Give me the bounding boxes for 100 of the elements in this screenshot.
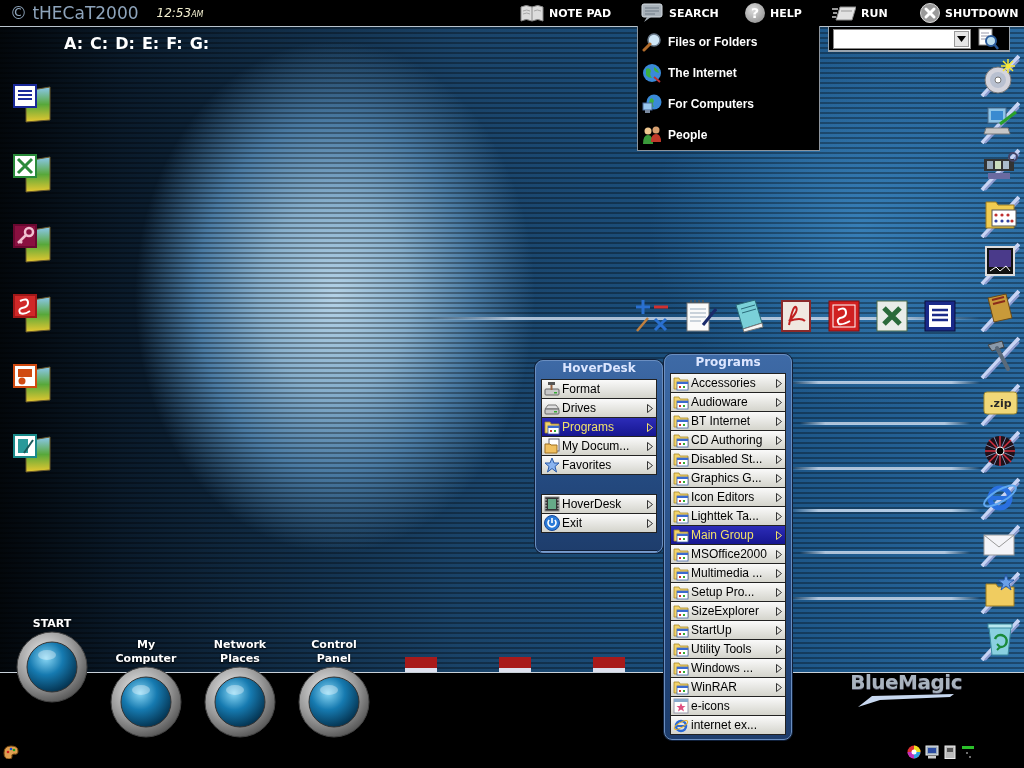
computer-brush-icon[interactable] <box>980 100 1020 144</box>
spreadsheet-icon[interactable] <box>12 153 52 193</box>
my-computer-button[interactable]: My Computer <box>109 638 183 738</box>
hammer-icon[interactable] <box>980 335 1020 379</box>
drive-button[interactable]: E: <box>140 34 161 53</box>
run-button[interactable]: RUN <box>832 3 888 23</box>
drive-button[interactable]: D: <box>114 34 136 53</box>
menu-item[interactable]: Exit <box>542 514 656 533</box>
network-places-button[interactable]: Network Places <box>203 638 277 738</box>
presentation-icon[interactable] <box>12 363 52 403</box>
squiggle-tile-icon[interactable] <box>827 299 861 333</box>
help-button[interactable]: ? HELP <box>745 3 802 23</box>
search-menu-item[interactable]: People <box>638 119 819 150</box>
globe-icon <box>642 62 662 83</box>
menu-title: Programs <box>694 355 762 371</box>
menu-item[interactable]: StartUp <box>671 621 785 640</box>
menu-item[interactable]: internet ex... <box>671 716 785 735</box>
computer-icon[interactable] <box>925 745 939 759</box>
menu-item[interactable]: SizeExplorer <box>671 602 785 621</box>
search-button[interactable]: SEARCH <box>640 3 719 23</box>
card-icon <box>832 3 856 23</box>
menu-item[interactable]: Icon Editors <box>671 488 785 507</box>
recycle-bin-icon[interactable] <box>980 617 1020 661</box>
folder-icon <box>673 470 689 486</box>
palette-icon[interactable] <box>3 745 19 759</box>
menu-item[interactable]: Main Group <box>671 526 785 545</box>
menu-item[interactable]: Windows ... <box>671 659 785 678</box>
envelope-icon[interactable] <box>980 523 1020 567</box>
folder-icon <box>673 375 689 391</box>
dropdown-button[interactable] <box>954 30 969 47</box>
orb-icon <box>16 631 88 703</box>
menu-item[interactable]: Format <box>542 380 656 399</box>
search-menu-item[interactable]: For Computers <box>638 88 819 119</box>
folder-icon <box>673 546 689 562</box>
menu-item[interactable]: WinRAR <box>671 678 785 697</box>
search-icon <box>642 31 662 52</box>
search-menu-item[interactable]: Files or Folders <box>638 26 819 57</box>
drive-button[interactable]: A: <box>63 34 85 53</box>
tab-marker-icon[interactable] <box>593 657 625 672</box>
documents-icon <box>544 438 560 454</box>
signal-icon[interactable] <box>961 745 975 759</box>
picture-icon[interactable] <box>980 241 1020 285</box>
calendar-folder-icon[interactable] <box>980 194 1020 238</box>
menu-item[interactable]: e-icons <box>671 697 785 716</box>
folder-icon <box>673 660 689 676</box>
book-icon <box>520 3 544 23</box>
drive-button[interactable]: F: <box>165 34 184 53</box>
document-icon[interactable] <box>923 299 957 333</box>
orbit-icon[interactable] <box>980 476 1020 520</box>
menu-item[interactable]: Graphics G... <box>671 469 785 488</box>
logo-text: © tHECaT2000 <box>10 3 139 23</box>
menu-item[interactable]: Favorites <box>542 456 656 475</box>
key-icon[interactable] <box>12 223 52 263</box>
publication-icon[interactable] <box>12 433 52 473</box>
menu-item[interactable]: CD Authoring <box>671 431 785 450</box>
squiggle-document-icon[interactable] <box>12 293 52 333</box>
star-icon <box>544 457 560 473</box>
tab-marker-icon[interactable] <box>499 657 531 672</box>
folder-icon <box>673 394 689 410</box>
menu-item[interactable]: Setup Pro... <box>671 583 785 602</box>
menu-item[interactable]: MSOffice2000 <box>671 545 785 564</box>
document-icon[interactable] <box>12 83 52 123</box>
color-wheel-icon[interactable] <box>907 745 921 759</box>
menu-item[interactable]: Drives <box>542 399 656 418</box>
shutdown-button[interactable]: SHUTDOWN <box>920 3 1019 23</box>
math-symbols-icon[interactable] <box>635 299 669 333</box>
cross-circle-icon <box>920 3 940 23</box>
swoosh-icon <box>858 694 955 707</box>
network-computer-icon <box>642 93 662 114</box>
swirl-document-icon[interactable] <box>779 299 813 333</box>
menu-item[interactable]: Accessories <box>671 374 785 393</box>
search-document-icon[interactable] <box>977 27 999 50</box>
book-icon[interactable] <box>980 288 1020 332</box>
notepad-button[interactable]: NOTE PAD <box>520 3 612 23</box>
menu-item[interactable]: Audioware <box>671 393 785 412</box>
film-icon[interactable] <box>980 147 1020 191</box>
burst-icon[interactable] <box>980 429 1020 473</box>
tab-marker-icon[interactable] <box>405 657 437 672</box>
menu-item[interactable]: Lighttek Ta... <box>671 507 785 526</box>
menu-item[interactable]: My Docum... <box>542 437 656 456</box>
control-panel-button[interactable]: Control Panel <box>297 638 371 738</box>
search-menu-item[interactable]: The Internet <box>638 57 819 88</box>
help-icon: ? <box>745 3 765 23</box>
menu-item[interactable]: HoverDesk <box>542 495 656 514</box>
star-folder-icon[interactable] <box>980 570 1020 614</box>
drive-button[interactable]: G: <box>188 34 211 53</box>
menu-item[interactable]: Utility Tools <box>671 640 785 659</box>
drive-button[interactable]: C: <box>89 34 110 53</box>
menu-item[interactable]: Multimedia ... <box>671 564 785 583</box>
menu-item[interactable]: BT Internet <box>671 412 785 431</box>
start-button[interactable]: START <box>15 617 89 703</box>
menu-item[interactable]: Disabled St... <box>671 450 785 469</box>
device-icon[interactable] <box>943 745 957 759</box>
notepad-icon[interactable] <box>683 299 717 333</box>
spreadsheet-icon[interactable] <box>875 299 909 333</box>
combo-field[interactable] <box>833 28 971 49</box>
speech-bubble-icon <box>640 3 664 23</box>
folder-icon <box>673 603 689 619</box>
cd-icon[interactable] <box>980 53 1020 97</box>
menu-item[interactable]: Programs <box>542 418 656 437</box>
